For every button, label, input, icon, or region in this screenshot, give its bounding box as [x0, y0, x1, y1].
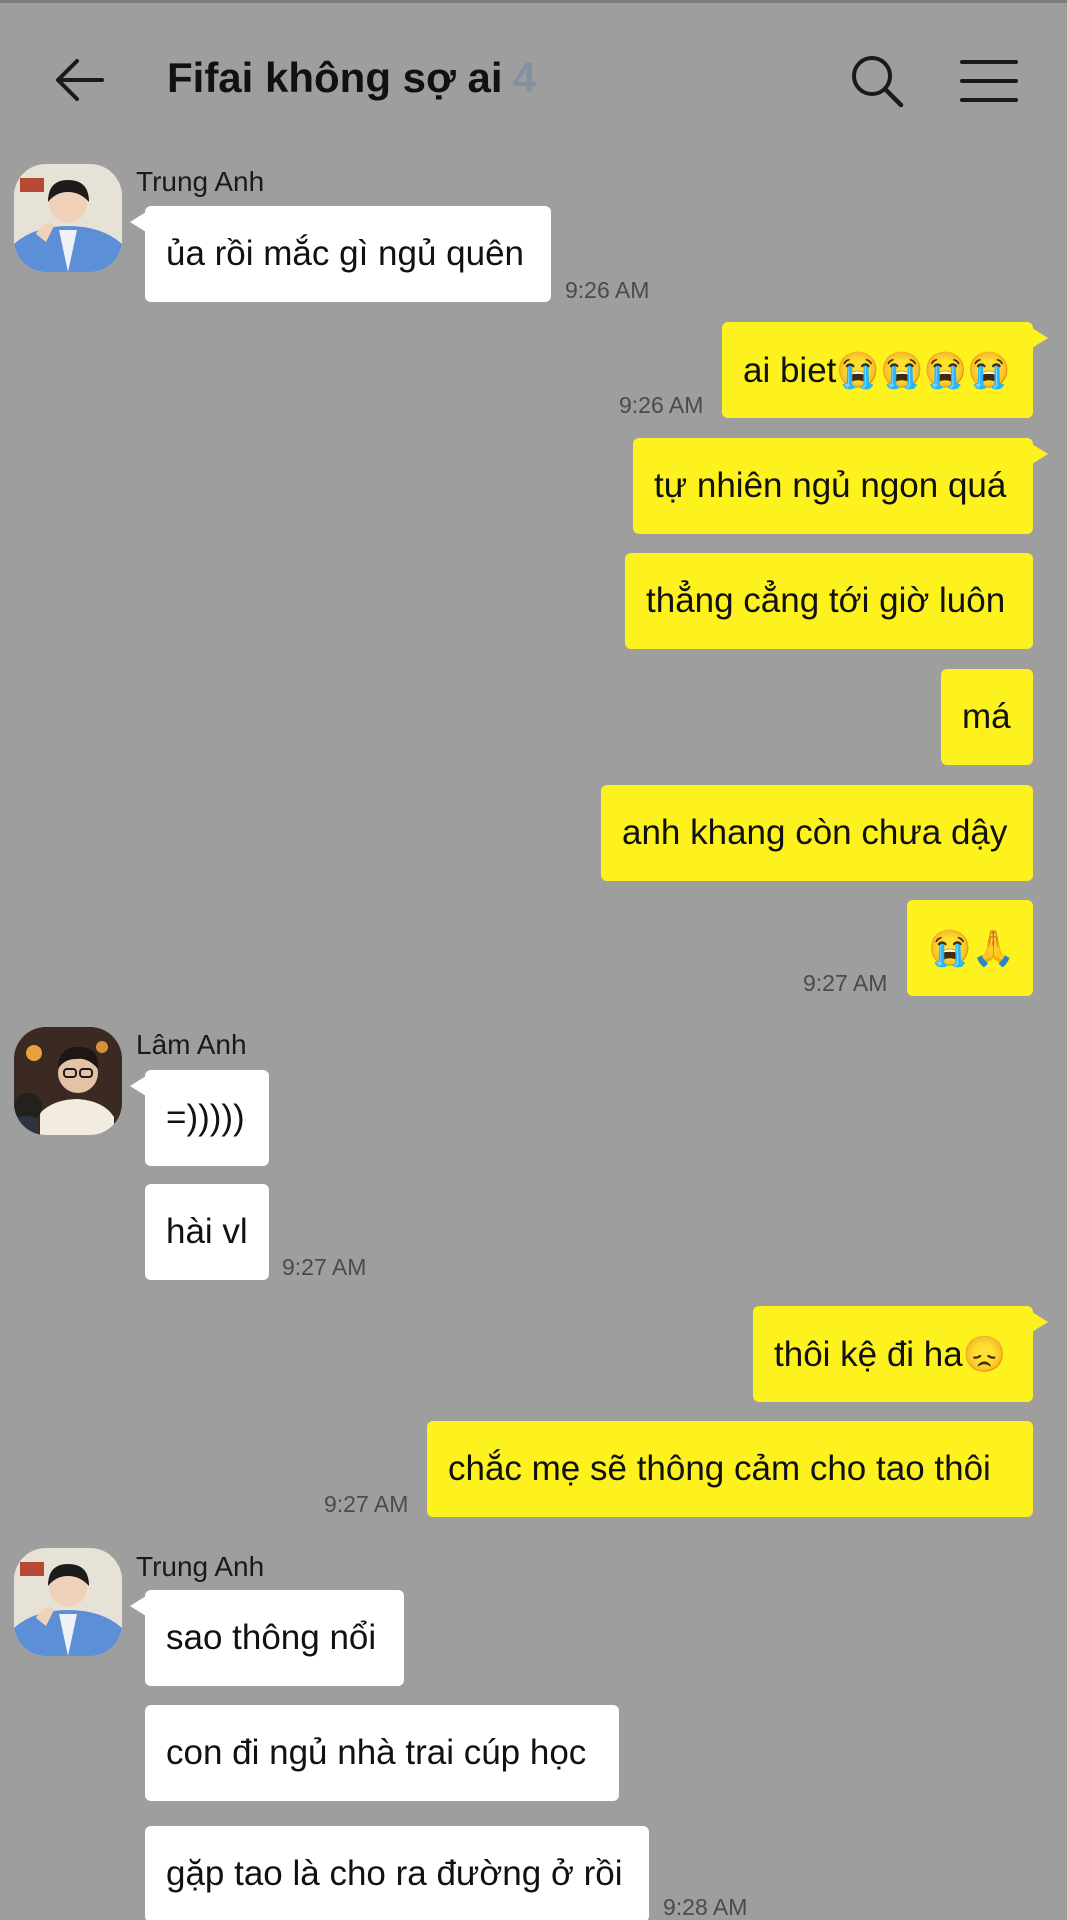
search-icon	[852, 56, 904, 108]
message-text: 😭🙏	[928, 928, 1016, 968]
avatar-trung-anh[interactable]	[14, 1548, 122, 1656]
message-text: ủa rồi mắc gì ngủ quên	[166, 234, 525, 273]
member-count: 4	[512, 54, 536, 101]
avatar-trung-anh[interactable]	[14, 164, 122, 272]
message-bubble-outgoing[interactable]: ai biet😭😭😭😭	[722, 322, 1048, 418]
message-bubble-outgoing[interactable]: tự nhiên ngủ ngon quá	[633, 438, 1048, 534]
message-text: thôi kệ đi ha😞	[774, 1334, 1007, 1374]
chat-title: Fifai không sợ ai 4	[167, 54, 536, 102]
message-bubble-outgoing[interactable]: 😭🙏	[907, 900, 1033, 996]
avatar-lam-anh[interactable]	[14, 1027, 122, 1135]
message-time: 9:27 AM	[282, 1254, 367, 1280]
message-text: gặp tao là cho ra đường ở rồi	[166, 1854, 623, 1893]
message-text: hài vl	[166, 1212, 248, 1251]
message-text: ai biet😭😭😭😭	[743, 350, 1011, 390]
sender-name: Trung Anh	[136, 1551, 265, 1582]
group-name: Fifai không sợ ai	[167, 54, 503, 101]
menu-icon	[960, 60, 1018, 102]
message-text: sao thông nổi	[166, 1618, 377, 1657]
message-bubble-incoming[interactable]: ủa rồi mắc gì ngủ quên	[130, 206, 551, 302]
message-bubble-outgoing[interactable]: thôi kệ đi ha😞	[753, 1306, 1048, 1402]
chat-header: Fifai không sợ ai 4	[0, 40, 1067, 125]
message-bubble-outgoing[interactable]: anh khang còn chưa dậy	[601, 785, 1033, 881]
message-bubble-outgoing[interactable]: thẳng cẳng tới giờ luôn	[625, 553, 1033, 649]
back-button[interactable]	[50, 55, 110, 105]
message-text: tự nhiên ngủ ngon quá	[654, 466, 1007, 505]
message-time: 9:26 AM	[565, 277, 650, 303]
message-bubble-incoming[interactable]: con đi ngủ nhà trai cúp học	[145, 1705, 619, 1801]
message-time: 9:27 AM	[324, 1491, 409, 1517]
message-text: =)))))	[166, 1098, 245, 1137]
message-time: 9:28 AM	[663, 1894, 748, 1920]
message-text: má	[962, 697, 1011, 736]
message-time: 9:26 AM	[619, 392, 704, 418]
sender-name: Lâm Anh	[136, 1029, 247, 1060]
message-bubble-incoming[interactable]: hài vl	[145, 1184, 269, 1280]
message-bubble-outgoing[interactable]: má	[941, 669, 1033, 765]
arrow-left-icon	[56, 59, 104, 101]
message-bubble-incoming[interactable]: sao thông nổi	[130, 1590, 404, 1686]
message-text: anh khang còn chưa dậy	[622, 813, 1008, 852]
status-bar-edge	[0, 0, 1067, 3]
message-bubble-incoming[interactable]: =)))))	[130, 1070, 269, 1166]
message-text: thẳng cẳng tới giờ luôn	[646, 581, 1006, 620]
message-bubble-outgoing[interactable]: chắc mẹ sẽ thông cảm cho tao thôi	[427, 1421, 1033, 1517]
search-button[interactable]	[848, 52, 906, 110]
message-text: con đi ngủ nhà trai cúp học	[166, 1733, 587, 1772]
message-bubble-incoming[interactable]: gặp tao là cho ra đường ở rồi	[145, 1826, 649, 1920]
message-time: 9:27 AM	[803, 970, 888, 996]
menu-button[interactable]	[958, 56, 1020, 106]
message-text: chắc mẹ sẽ thông cảm cho tao thôi	[448, 1449, 991, 1488]
sender-name: Trung Anh	[136, 166, 265, 197]
